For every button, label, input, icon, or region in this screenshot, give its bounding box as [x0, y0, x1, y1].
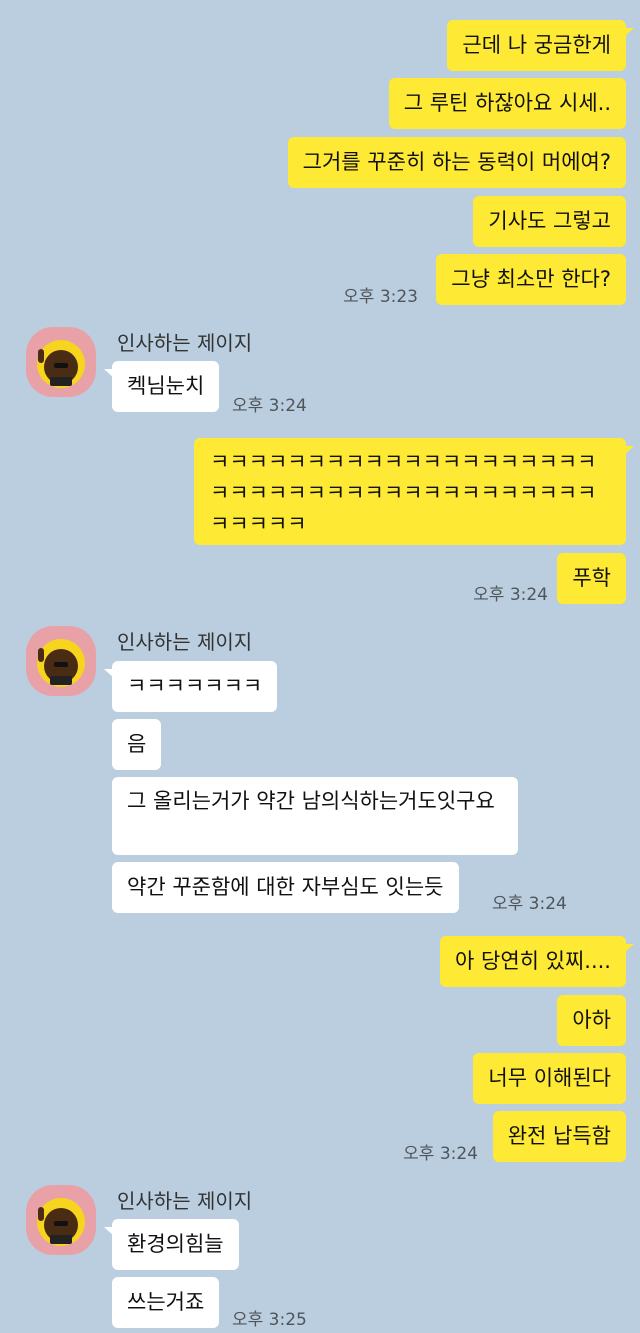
their-message[interactable]: 켁님눈치 — [103, 361, 220, 412]
message-timestamp: 오후 3:24 — [232, 396, 307, 416]
my-message[interactable]: 그 루틴 하잖아요 시세.. — [388, 78, 626, 129]
message-timestamp: 오후 3:24 — [492, 894, 567, 914]
their-message[interactable]: 그 올리는거가 약간 남의식하는거도잇구요 — [112, 777, 518, 855]
my-message[interactable]: 완전 납득함 — [492, 1111, 626, 1162]
their-message[interactable]: 환경의힘늘 — [104, 1219, 239, 1270]
my-message[interactable]: 근데 나 궁금한게 — [447, 20, 634, 71]
character-sticker-icon — [37, 340, 85, 388]
my-message[interactable]: 푸학 — [557, 553, 626, 604]
avatar[interactable] — [26, 626, 96, 696]
message-timestamp: 오후 3:24 — [473, 585, 548, 605]
their-message[interactable]: ㅋㅋㅋㅋㅋㅋㅋ — [103, 661, 278, 712]
character-sticker-icon — [37, 639, 85, 687]
my-message[interactable]: 그냥 최소만 한다? — [436, 254, 626, 305]
message-timestamp: 오후 3:25 — [232, 1310, 307, 1330]
sender-name: 인사하는 제이지 — [117, 1189, 253, 1213]
sender-name: 인사하는 제이지 — [117, 331, 253, 355]
their-message[interactable]: 쓰는거죠 — [112, 1277, 220, 1328]
my-message[interactable]: ㅋㅋㅋㅋㅋㅋㅋㅋㅋㅋㅋㅋㅋㅋㅋㅋㅋㅋㅋㅋㅋㅋㅋㅋㅋㅋㅋㅋㅋㅋㅋㅋㅋㅋㅋㅋㅋㅋㅋㅋ… — [194, 438, 634, 545]
my-message[interactable]: 아 당연히 있찌.... — [440, 936, 634, 987]
my-message[interactable]: 아하 — [557, 995, 626, 1046]
avatar[interactable] — [26, 1185, 96, 1255]
my-message[interactable]: 너무 이해된다 — [473, 1053, 626, 1104]
character-sticker-icon — [37, 1198, 85, 1246]
message-timestamp: 오후 3:23 — [343, 287, 418, 307]
their-message[interactable]: 음 — [112, 719, 162, 770]
their-message[interactable]: 약간 꾸준함에 대한 자부심도 잇는듯 — [112, 862, 459, 913]
my-message[interactable]: 그거를 꾸준히 하는 동력이 머에여? — [287, 137, 626, 188]
avatar[interactable] — [26, 327, 96, 397]
sender-name: 인사하는 제이지 — [117, 630, 253, 654]
my-message[interactable]: 기사도 그렇고 — [473, 196, 626, 247]
message-timestamp: 오후 3:24 — [403, 1144, 478, 1164]
